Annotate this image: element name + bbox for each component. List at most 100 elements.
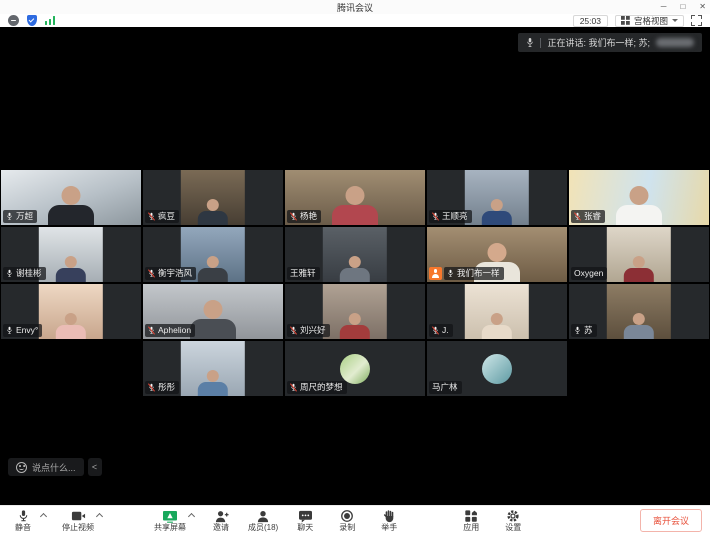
- participant-video: [607, 227, 671, 282]
- settings-button[interactable]: 设置: [498, 509, 528, 532]
- participant-tile[interactable]: 王顺亮: [427, 170, 567, 225]
- participant-name: 王顺亮: [442, 211, 468, 222]
- mic-status-icon: [447, 269, 454, 278]
- participant-tile[interactable]: 衡宇浩风: [143, 227, 283, 282]
- name-tag: 衡宇浩风: [145, 267, 196, 280]
- participant-tile[interactable]: 马广林: [427, 341, 567, 396]
- mute-options-chevron[interactable]: [40, 513, 47, 520]
- share-screen-button[interactable]: 共享屏幕: [154, 509, 186, 532]
- participant-tile[interactable]: 苏: [569, 284, 709, 339]
- video-grid: 万超 疯豆: [0, 170, 710, 396]
- name-tag: 万超: [3, 210, 37, 223]
- participant-name: 马广林: [432, 382, 458, 393]
- share-options-chevron[interactable]: [188, 513, 195, 520]
- person-silhouette: [624, 312, 654, 339]
- stop-video-button[interactable]: 停止视频: [62, 509, 94, 532]
- participant-name: Envy°: [16, 325, 38, 336]
- chevron-down-icon: [672, 19, 678, 22]
- name-tag: 疯豆: [145, 210, 179, 223]
- leave-meeting-button[interactable]: 离开会议: [640, 509, 702, 532]
- mic-status-icon: [290, 212, 297, 221]
- mic-status-icon: [148, 326, 155, 335]
- meeting-info-icon[interactable]: [8, 15, 19, 26]
- name-tag: J.: [429, 324, 453, 337]
- microphone-icon: [17, 509, 30, 523]
- person-silhouette: [198, 198, 228, 225]
- mute-button[interactable]: 静音: [8, 509, 38, 532]
- participant-tile[interactable]: 彤彤: [143, 341, 283, 396]
- view-mode-label: 宫格视图: [634, 15, 668, 27]
- person-silhouette: [482, 312, 512, 339]
- network-signal-icon[interactable]: [45, 16, 55, 25]
- invite-button[interactable]: 邀请: [206, 509, 236, 532]
- participant-name: 王雅轩: [290, 268, 316, 279]
- participant-name: J.: [442, 325, 449, 336]
- participant-tile[interactable]: Aphelion: [143, 284, 283, 339]
- participant-tile[interactable]: 杨艳: [285, 170, 425, 225]
- video-stage: 正在讲话: 我们布一样; 苏; 万超: [0, 27, 710, 505]
- view-mode-dropdown[interactable]: 宫格视图: [615, 15, 684, 27]
- person-silhouette: [198, 369, 228, 396]
- raised-hand-icon: [382, 509, 396, 523]
- share-screen-icon: [162, 509, 178, 523]
- participant-video: [39, 284, 103, 339]
- person-silhouette: [482, 198, 512, 225]
- apps-button[interactable]: 应用: [456, 509, 486, 532]
- video-options-chevron[interactable]: [96, 513, 103, 520]
- meeting-timer: 25:03: [573, 15, 608, 27]
- maximize-button[interactable]: □: [680, 0, 685, 14]
- participant-tile[interactable]: Oxygen: [569, 227, 709, 282]
- person-silhouette: [616, 185, 662, 225]
- participant-video: [181, 341, 245, 396]
- name-tag: 张睿: [571, 210, 605, 223]
- camera-icon: [71, 509, 86, 523]
- participant-tile[interactable]: Envy°: [1, 284, 141, 339]
- security-shield-icon[interactable]: [27, 15, 37, 26]
- participant-video: [607, 284, 671, 339]
- participant-name: 苏: [584, 325, 593, 336]
- mic-status-icon: [290, 383, 297, 392]
- mic-status-icon: [6, 326, 13, 335]
- emoji-icon[interactable]: [16, 462, 27, 473]
- participant-tile[interactable]: 周尺的梦想: [285, 341, 425, 396]
- meeting-statusbar: 25:03 宫格视图: [0, 14, 710, 27]
- participant-name: 杨艳: [300, 211, 317, 222]
- participant-video: [465, 284, 529, 339]
- mic-status-icon: [432, 326, 439, 335]
- participant-tile[interactable]: J.: [427, 284, 567, 339]
- name-tag: 马广林: [429, 381, 462, 394]
- participant-tile[interactable]: 王雅轩: [285, 227, 425, 282]
- raise-hand-button[interactable]: 举手: [374, 509, 404, 532]
- name-tag: 周尺的梦想: [287, 381, 347, 394]
- participant-tile[interactable]: 谢桂彬: [1, 227, 141, 282]
- participant-name: 疯豆: [158, 211, 175, 222]
- chat-button[interactable]: 聊天: [290, 509, 320, 532]
- mic-status-icon: [148, 212, 155, 221]
- participant-tile[interactable]: 刘兴好: [285, 284, 425, 339]
- minimize-button[interactable]: ─: [661, 0, 667, 14]
- members-button[interactable]: 成员(18): [248, 509, 278, 532]
- apps-grid-icon: [464, 509, 478, 523]
- window-controls: ─ □ ✕: [661, 0, 706, 14]
- close-button[interactable]: ✕: [699, 0, 706, 14]
- microphone-icon: [526, 37, 534, 48]
- name-tag: Envy°: [3, 324, 42, 337]
- chat-bubble-icon: [298, 509, 313, 523]
- person-silhouette: [48, 185, 94, 225]
- participant-name: Aphelion: [158, 325, 191, 336]
- mic-status-icon: [432, 212, 439, 221]
- record-button[interactable]: 录制: [332, 509, 362, 532]
- chat-collapse-button[interactable]: <: [88, 458, 102, 476]
- participant-tile[interactable]: 我们布一样: [427, 227, 567, 282]
- participant-tile[interactable]: 疯豆: [143, 170, 283, 225]
- participant-tile[interactable]: 万超: [1, 170, 141, 225]
- participant-name: 周尺的梦想: [300, 382, 343, 393]
- participant-name: 谢桂彬: [16, 268, 42, 279]
- fullscreen-icon[interactable]: [691, 15, 702, 26]
- mic-status-icon: [290, 326, 297, 335]
- chat-input-hint[interactable]: 说点什么...: [8, 458, 84, 476]
- person-silhouette: [340, 255, 370, 282]
- name-tag: 王雅轩: [287, 267, 320, 280]
- person-silhouette: [340, 312, 370, 339]
- participant-tile[interactable]: 张睿: [569, 170, 709, 225]
